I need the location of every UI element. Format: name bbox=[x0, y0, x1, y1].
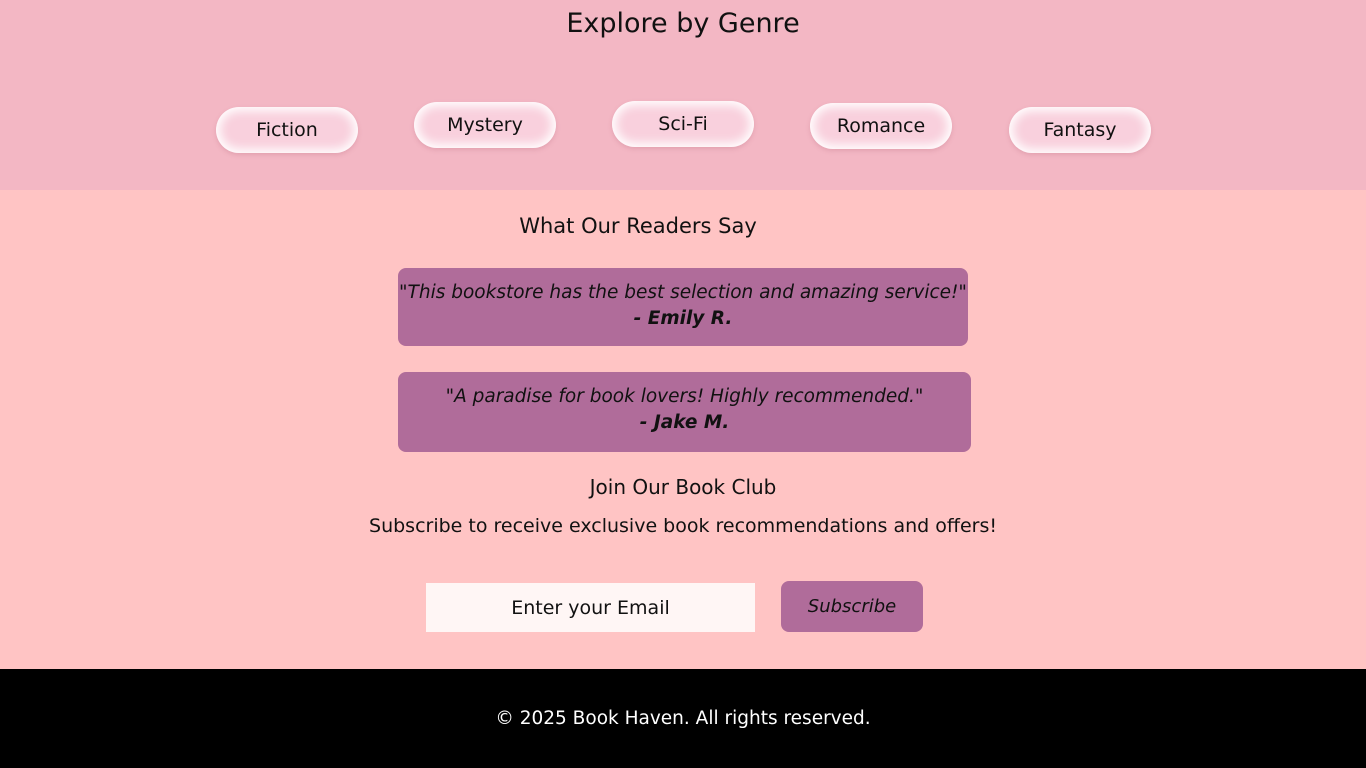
reviews-section-title: What Our Readers Say bbox=[519, 214, 757, 238]
genre-button-romance[interactable]: Romance bbox=[810, 103, 952, 149]
genre-section-title: Explore by Genre bbox=[566, 8, 800, 39]
genre-button-mystery[interactable]: Mystery bbox=[414, 102, 556, 148]
genre-button-sci-fi[interactable]: Sci-Fi bbox=[612, 101, 754, 147]
book-club-title: Join Our Book Club bbox=[589, 475, 777, 499]
email-input[interactable] bbox=[426, 583, 755, 632]
testimonial-quote: "A paradise for book lovers! Highly reco… bbox=[445, 386, 924, 407]
testimonial-author: - Jake M. bbox=[639, 412, 730, 433]
genre-section: Explore by Genre Fiction Mystery Sci-Fi … bbox=[0, 0, 1366, 190]
genre-button-fantasy[interactable]: Fantasy bbox=[1009, 107, 1151, 153]
testimonial-quote: "This bookstore has the best selection a… bbox=[399, 282, 967, 303]
footer: © 2025 Book Haven. All rights reserved. bbox=[0, 669, 1366, 768]
book-club-description: Subscribe to receive exclusive book reco… bbox=[369, 515, 997, 537]
subscribe-button[interactable]: Subscribe bbox=[781, 581, 923, 632]
testimonial-card: "A paradise for book lovers! Highly reco… bbox=[398, 372, 971, 452]
testimonial-card: "This bookstore has the best selection a… bbox=[398, 268, 968, 346]
genre-button-fiction[interactable]: Fiction bbox=[216, 107, 358, 153]
footer-copyright: © 2025 Book Haven. All rights reserved. bbox=[495, 708, 871, 729]
testimonial-author: - Emily R. bbox=[633, 308, 733, 329]
